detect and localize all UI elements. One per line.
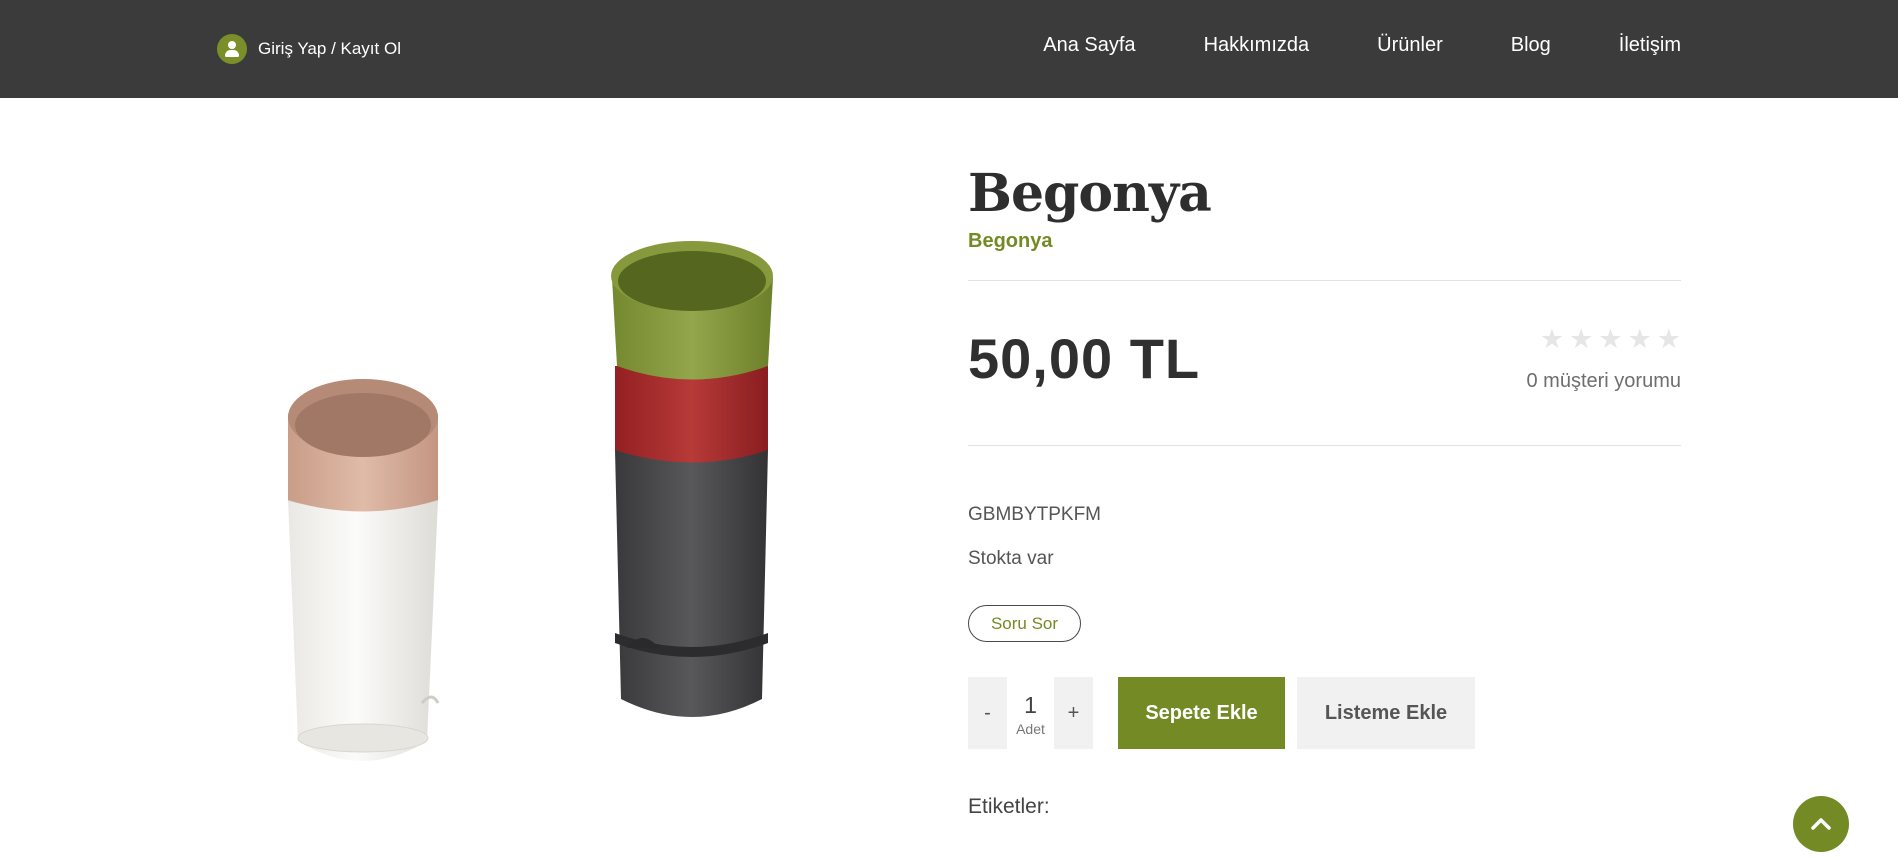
review-count-link[interactable]: 0 müşteri yorumu bbox=[1527, 370, 1682, 393]
nav-item-contact[interactable]: İletişim bbox=[1619, 34, 1681, 57]
tags-label: Etiketler: bbox=[968, 795, 1050, 818]
quantity-decrease-button[interactable]: - bbox=[968, 677, 1007, 749]
add-to-cart-button[interactable]: Sepete Ekle bbox=[1118, 677, 1285, 749]
quantity-value: 1 bbox=[1024, 692, 1037, 718]
star-icon: ★ bbox=[1627, 324, 1652, 355]
star-icon: ★ bbox=[1656, 324, 1681, 355]
product-image[interactable] bbox=[222, 163, 930, 853]
top-navigation-bar: Giriş Yap / Kayıt Ol Ana Sayfa Hakkımızd… bbox=[0, 0, 1898, 98]
add-to-list-button[interactable]: Listeme Ekle bbox=[1297, 677, 1475, 749]
product-title: Begonya bbox=[968, 163, 1212, 224]
quantity-input[interactable]: 1 Adet bbox=[1007, 677, 1054, 749]
quantity-increase-button[interactable]: + bbox=[1054, 677, 1093, 749]
divider-middle bbox=[968, 445, 1681, 446]
nav-item-products[interactable]: Ürünler bbox=[1377, 34, 1443, 57]
star-icon: ★ bbox=[1539, 324, 1565, 355]
stock-status: Stokta var bbox=[968, 548, 1054, 569]
product-category-link[interactable]: Begonya bbox=[968, 230, 1052, 253]
star-icon: ★ bbox=[1598, 324, 1623, 355]
chevron-up-icon bbox=[1811, 818, 1831, 830]
main-nav: Ana Sayfa Hakkımızda Ürünler Blog İletiş… bbox=[1043, 34, 1681, 57]
nav-item-about[interactable]: Hakkımızda bbox=[1204, 34, 1310, 57]
nav-item-blog[interactable]: Blog bbox=[1511, 34, 1551, 57]
quantity-unit-label: Adet bbox=[1016, 721, 1045, 737]
flower-pots-illustration bbox=[287, 241, 773, 761]
star-icon: ★ bbox=[1569, 324, 1594, 355]
divider-top bbox=[968, 280, 1681, 281]
ask-question-button[interactable]: Soru Sor bbox=[968, 605, 1081, 642]
login-register-label: Giriş Yap / Kayıt Ol bbox=[258, 39, 401, 58]
login-register-link[interactable]: Giriş Yap / Kayıt Ol bbox=[217, 34, 401, 64]
product-sku: GBMBYTPKFM bbox=[968, 504, 1102, 525]
product-price: 50,00 TL bbox=[968, 327, 1201, 390]
user-icon bbox=[217, 34, 247, 64]
rating-stars: ★ ★ ★ ★ ★ bbox=[1540, 326, 1681, 353]
scroll-to-top-button[interactable] bbox=[1793, 796, 1849, 852]
nav-item-home[interactable]: Ana Sayfa bbox=[1043, 34, 1135, 57]
